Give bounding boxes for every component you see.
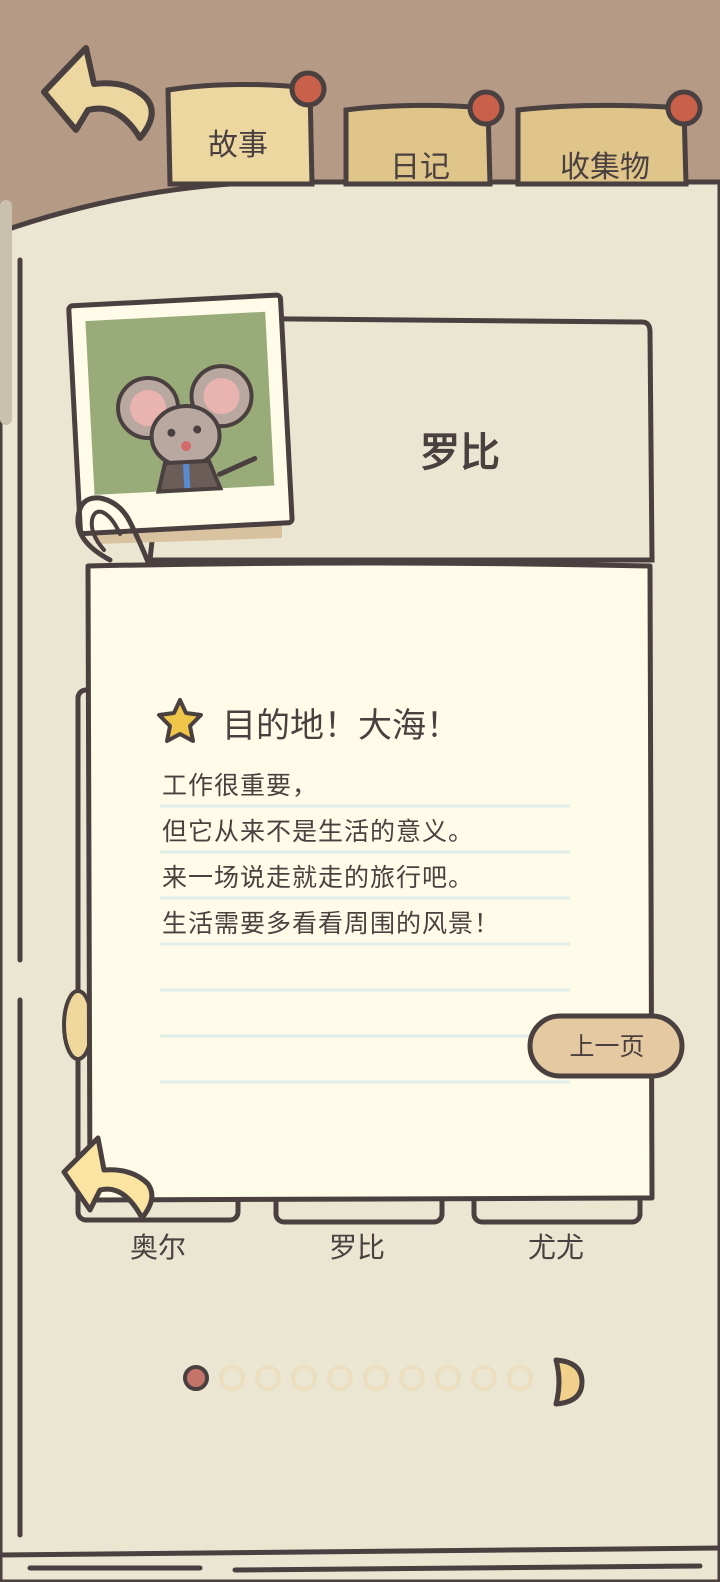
tab-story-label: 故事 bbox=[208, 128, 268, 163]
page-dot[interactable] bbox=[399, 1365, 425, 1391]
character-name: 罗比 bbox=[420, 430, 500, 476]
note-line-4: 生活需要多看看周围的风景！ bbox=[162, 909, 501, 938]
character-card-youyou[interactable]: 尤尤 bbox=[456, 1226, 656, 1266]
note-line-1: 工作很重要， bbox=[162, 771, 319, 800]
note-line-3: 来一场说走就走的旅行吧。 bbox=[162, 863, 475, 892]
note-line-2: 但它从来不是生活的意义。 bbox=[162, 817, 475, 846]
page-dot[interactable] bbox=[291, 1365, 317, 1391]
character-card-luobi[interactable]: 罗比 bbox=[257, 1226, 457, 1266]
page-dot-active[interactable] bbox=[183, 1365, 209, 1391]
page-dot[interactable] bbox=[219, 1365, 245, 1391]
tab-diary-label: 日记 bbox=[390, 150, 450, 185]
next-page-icon[interactable] bbox=[548, 1356, 588, 1408]
page-dot[interactable] bbox=[507, 1365, 533, 1391]
page-dot[interactable] bbox=[255, 1365, 281, 1391]
pagination bbox=[183, 1365, 533, 1391]
tab-collection-label: 收集物 bbox=[560, 150, 650, 185]
note-back-arrow-icon[interactable] bbox=[58, 1132, 162, 1224]
star-icon bbox=[157, 698, 203, 743]
page-dot[interactable] bbox=[471, 1365, 497, 1391]
page-dot[interactable] bbox=[435, 1365, 461, 1391]
character-card-oer[interactable]: 奥尔 bbox=[58, 1226, 258, 1266]
note-title: 目的地！大海！ bbox=[222, 706, 460, 746]
prev-page-button[interactable]: 上一页 bbox=[532, 1018, 682, 1076]
page-dot[interactable] bbox=[363, 1365, 389, 1391]
back-arrow-icon[interactable] bbox=[36, 40, 166, 150]
page-dot[interactable] bbox=[327, 1365, 353, 1391]
